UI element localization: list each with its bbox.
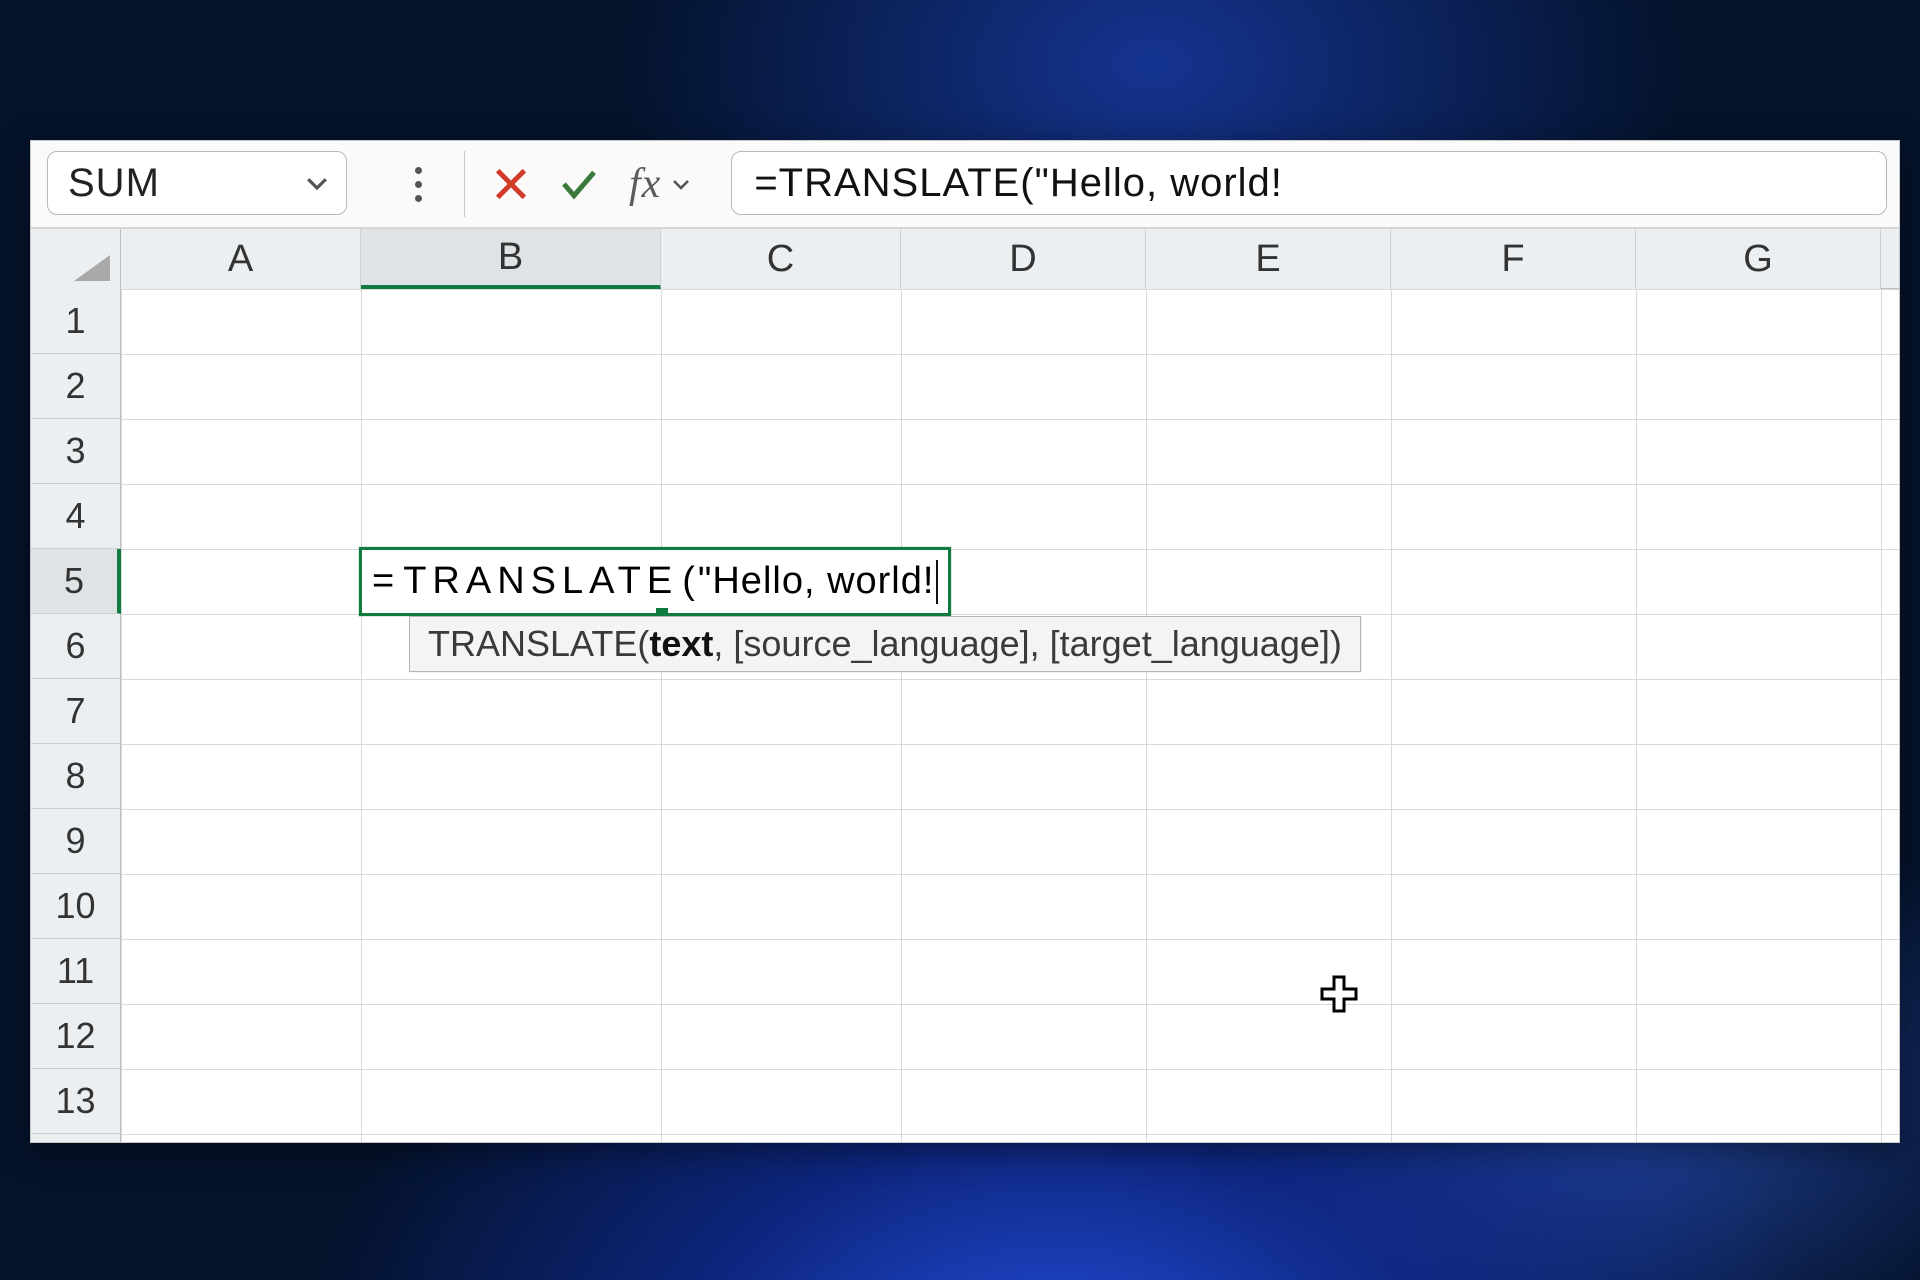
column-header-F[interactable]: F [1391,229,1636,289]
row-header-label: 2 [65,365,85,407]
more-options-button[interactable] [396,152,440,216]
row-headers: 12345678910111213 [31,289,121,1142]
formula-bar-buttons: fx [392,151,701,217]
row-header-8[interactable]: 8 [31,744,120,809]
active-cell-content: =TRANSLATE("Hello, world! [372,560,934,603]
excel-plus-cursor-icon [1319,974,1359,1014]
column-header-label: D [1009,238,1036,281]
column-header-label: A [228,238,253,281]
check-icon [559,164,599,204]
text-caret [936,560,938,604]
column-header-B[interactable]: B [361,229,661,289]
chevron-down-icon[interactable] [302,168,332,198]
row-header-label: 9 [65,820,85,862]
formula-signature-tooltip[interactable]: TRANSLATE(text, [source_language], [targ… [409,616,1361,672]
row-header-label: 10 [55,885,95,927]
row-header-2[interactable]: 2 [31,354,120,419]
formula-bar: SUM fx =TRANSLATE("Hello, world! [31,141,1899,229]
active-cell-edit[interactable]: =TRANSLATE("Hello, world! [359,547,951,616]
tooltip-rest: , [source_language], [target_language]) [713,623,1341,664]
cell-grid[interactable]: =TRANSLATE("Hello, world! TRANSLATE(text,… [121,289,1899,1142]
row-header-label: 12 [55,1015,95,1057]
name-box[interactable]: SUM [47,151,347,215]
column-header-D[interactable]: D [901,229,1146,289]
row-header-7[interactable]: 7 [31,679,120,744]
column-header-label: B [498,236,523,279]
select-all-corner[interactable] [31,229,121,289]
row-header-label: 5 [64,560,84,602]
row-header-11[interactable]: 11 [31,939,120,1004]
row-header-3[interactable]: 3 [31,419,120,484]
column-header-A[interactable]: A [121,229,361,289]
formula-text: =TRANSLATE("Hello, world! [754,161,1283,206]
row-header-4[interactable]: 4 [31,484,120,549]
more-vertical-icon [403,164,433,204]
row-header-12[interactable]: 12 [31,1004,120,1069]
row-header-label: 11 [57,950,94,992]
row-header-5[interactable]: 5 [31,549,121,614]
column-header-label: E [1255,238,1280,281]
column-header-G[interactable]: G [1636,229,1881,289]
row-header-label: 1 [65,300,85,342]
chevron-down-icon[interactable] [669,172,693,196]
cancel-button[interactable] [489,152,533,216]
row-header-label: 13 [55,1080,95,1122]
sheet-area: ABCDEFG 12345678910111213 =TRANSLATE("He… [31,229,1899,1142]
column-header-label: G [1743,238,1773,281]
row-header-10[interactable]: 10 [31,874,120,939]
formula-input[interactable]: =TRANSLATE("Hello, world! [731,151,1887,215]
row-header-label: 3 [65,430,85,472]
row-header-9[interactable]: 9 [31,809,120,874]
column-headers: A B C D E F G [31,229,1899,289]
column-header-label: C [767,238,794,281]
row-header-label: 8 [65,755,85,797]
row-header-1[interactable]: 1 [31,289,120,354]
excel-window: SUM fx =TRANSLATE("Hello, world! [30,140,1900,1143]
insert-function-button[interactable]: fx [625,152,697,216]
divider [464,151,465,217]
row-header-label: 6 [65,625,85,667]
row-header-6[interactable]: 6 [31,614,120,679]
column-header-label: F [1501,238,1524,281]
row-header-label: 4 [65,495,85,537]
tooltip-fn: TRANSLATE( [428,623,649,664]
row-header-label: 7 [65,690,85,732]
column-header-E[interactable]: E [1146,229,1391,289]
enter-button[interactable] [557,152,601,216]
name-box-value: SUM [68,161,160,206]
row-header-13[interactable]: 13 [31,1069,120,1134]
close-icon [491,164,531,204]
column-header-C[interactable]: C [661,229,901,289]
fx-label-text: fx [629,160,661,208]
tooltip-current-arg: text [649,623,713,664]
